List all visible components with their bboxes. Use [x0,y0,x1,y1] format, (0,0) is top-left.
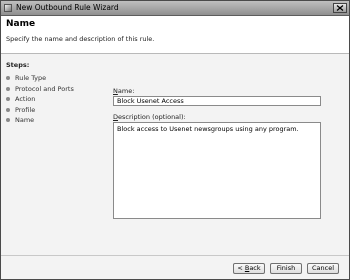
close-button[interactable] [333,3,347,13]
step-name: Name [6,115,74,126]
firewall-app-icon [4,4,12,12]
title-bar[interactable]: New Outbound Rule Wizard [1,1,349,16]
cancel-button[interactable]: Cancel [307,263,339,274]
step-label: Name [15,116,35,124]
step-label: Action [15,95,36,103]
back-button-label: ack [249,264,261,272]
step-bullet-icon [6,118,10,122]
step-action: Action [6,94,74,105]
step-rule-type: Rule Type [6,73,74,84]
steps-list: Rule Type Protocol and Ports Action Prof… [6,73,74,126]
step-label: Profile [15,105,36,114]
wizard-header: Name Specify the name and description of… [1,16,349,54]
step-profile: Profile [6,105,74,116]
steps-heading: Steps: [6,61,30,69]
description-field[interactable]: Block access to Usenet newsgroups using … [113,122,321,219]
close-icon [336,5,344,11]
step-bullet-icon [6,86,10,91]
finish-button[interactable]: Finish [270,263,302,274]
step-label: Rule Type [15,74,47,82]
step-protocol-and-ports: Protocol and Ports [6,84,74,95]
name-label: Name: [113,87,134,95]
step-label: Protocol and Ports [15,84,74,93]
step-bullet-icon [6,97,10,101]
description-label: Description (optional): [113,113,186,121]
page-title: Name [6,19,36,29]
step-bullet-icon [6,107,10,112]
page-subtitle: Specify the name and description of this… [6,35,155,43]
name-label-text: ame: [117,87,135,95]
name-field[interactable]: Block Usenet Access [113,96,321,106]
back-button[interactable]: < Back [233,263,265,274]
footer-divider [1,255,349,256]
back-button-prefix: < [237,264,245,272]
window-title: New Outbound Rule Wizard [16,3,119,12]
description-label-text: escription (optional): [118,113,186,121]
description-text: Block access to Usenet newsgroups using … [117,125,299,133]
wizard-window: New Outbound Rule Wizard Name Specify th… [0,0,350,280]
step-bullet-icon [6,76,10,80]
